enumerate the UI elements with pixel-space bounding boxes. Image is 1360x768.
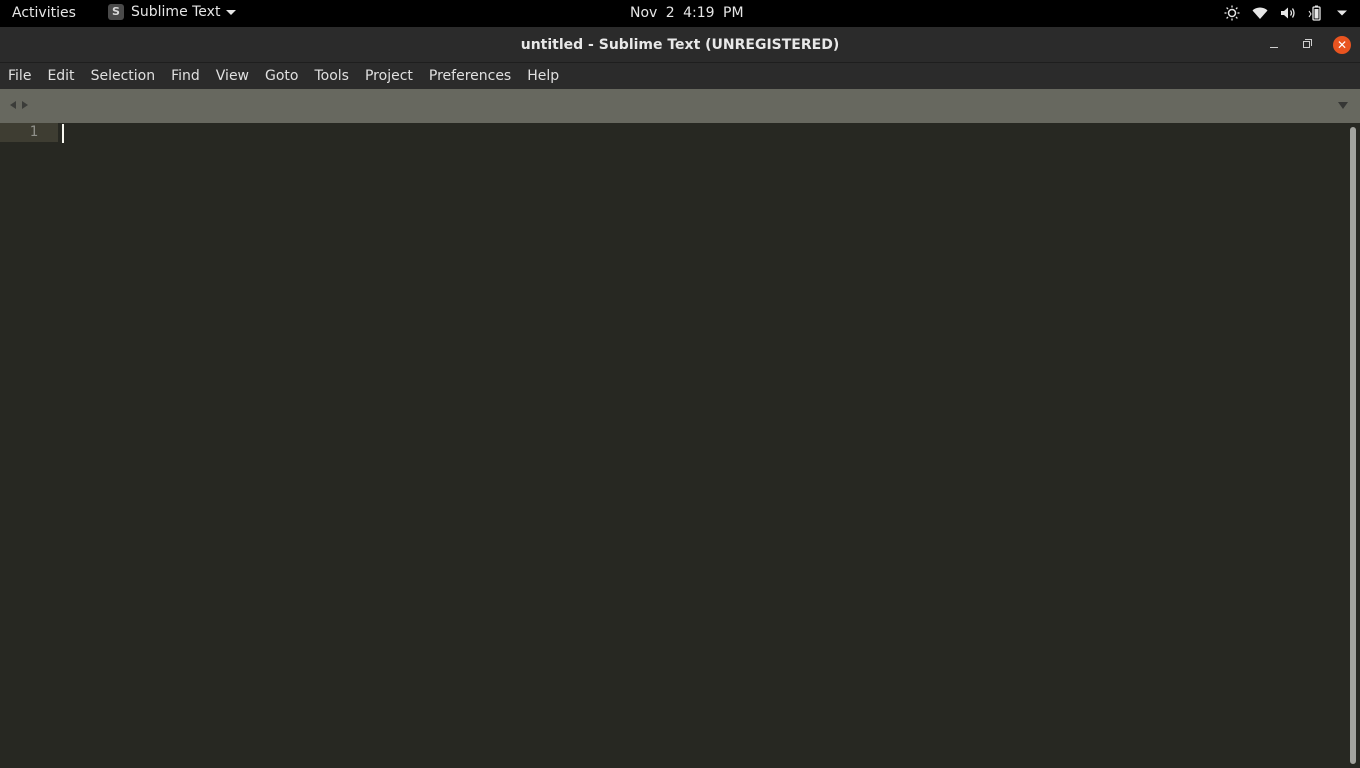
menu-file[interactable]: File	[0, 63, 39, 89]
menu-selection[interactable]: Selection	[83, 63, 164, 89]
caret-down-icon	[226, 9, 237, 15]
menu-view[interactable]: View	[208, 63, 257, 89]
line-number: 1	[29, 124, 38, 140]
minimize-button[interactable]	[1265, 36, 1283, 54]
close-icon: ✕	[1333, 36, 1351, 54]
brightness-icon	[1224, 5, 1240, 21]
next-tab-icon[interactable]	[22, 101, 28, 109]
clock-button[interactable]: Nov 2 4:19 PM	[630, 5, 744, 21]
menu-preferences[interactable]: Preferences	[421, 63, 519, 89]
menu-project[interactable]: Project	[357, 63, 421, 89]
tab-list-dropdown-icon[interactable]	[1338, 102, 1348, 109]
editor-area[interactable]: 1	[0, 123, 1360, 768]
wifi-icon	[1252, 6, 1268, 20]
maximize-button[interactable]	[1298, 36, 1316, 54]
minimize-icon	[1270, 47, 1278, 48]
menu-help[interactable]: Help	[519, 63, 567, 89]
window-title: untitled - Sublime Text (UNREGISTERED)	[520, 37, 840, 53]
line-gutter: 1	[0, 123, 58, 768]
date-label: Nov 2	[630, 5, 675, 21]
tab-bar	[0, 89, 1360, 123]
chevron-down-icon	[1336, 7, 1348, 19]
window-title-bar[interactable]: untitled - Sublime Text (UNREGISTERED) ✕	[0, 27, 1360, 63]
system-top-bar: Activities S Sublime Text Nov 2 4:19 PM	[0, 0, 1360, 27]
restore-icon	[1303, 41, 1310, 48]
close-button[interactable]: ✕	[1333, 36, 1351, 54]
app-menu-button[interactable]: S Sublime Text	[108, 4, 237, 20]
text-cursor	[62, 124, 64, 143]
menu-edit[interactable]: Edit	[39, 63, 82, 89]
app-menu-label: Sublime Text	[131, 4, 221, 20]
battery-icon	[1308, 5, 1324, 21]
sublime-app-icon: S	[108, 4, 124, 20]
time-label: 4:19 PM	[683, 5, 744, 21]
vertical-scrollbar[interactable]	[1350, 127, 1356, 764]
system-tray[interactable]	[1224, 5, 1348, 21]
menu-tools[interactable]: Tools	[306, 63, 357, 89]
volume-icon	[1280, 6, 1296, 20]
menu-find[interactable]: Find	[163, 63, 208, 89]
previous-tab-icon[interactable]	[10, 101, 16, 109]
activities-button[interactable]: Activities	[12, 5, 76, 21]
menu-goto[interactable]: Goto	[257, 63, 306, 89]
menu-bar: File Edit Selection Find View Goto Tools…	[0, 63, 1360, 89]
tab-navigation	[10, 101, 28, 109]
